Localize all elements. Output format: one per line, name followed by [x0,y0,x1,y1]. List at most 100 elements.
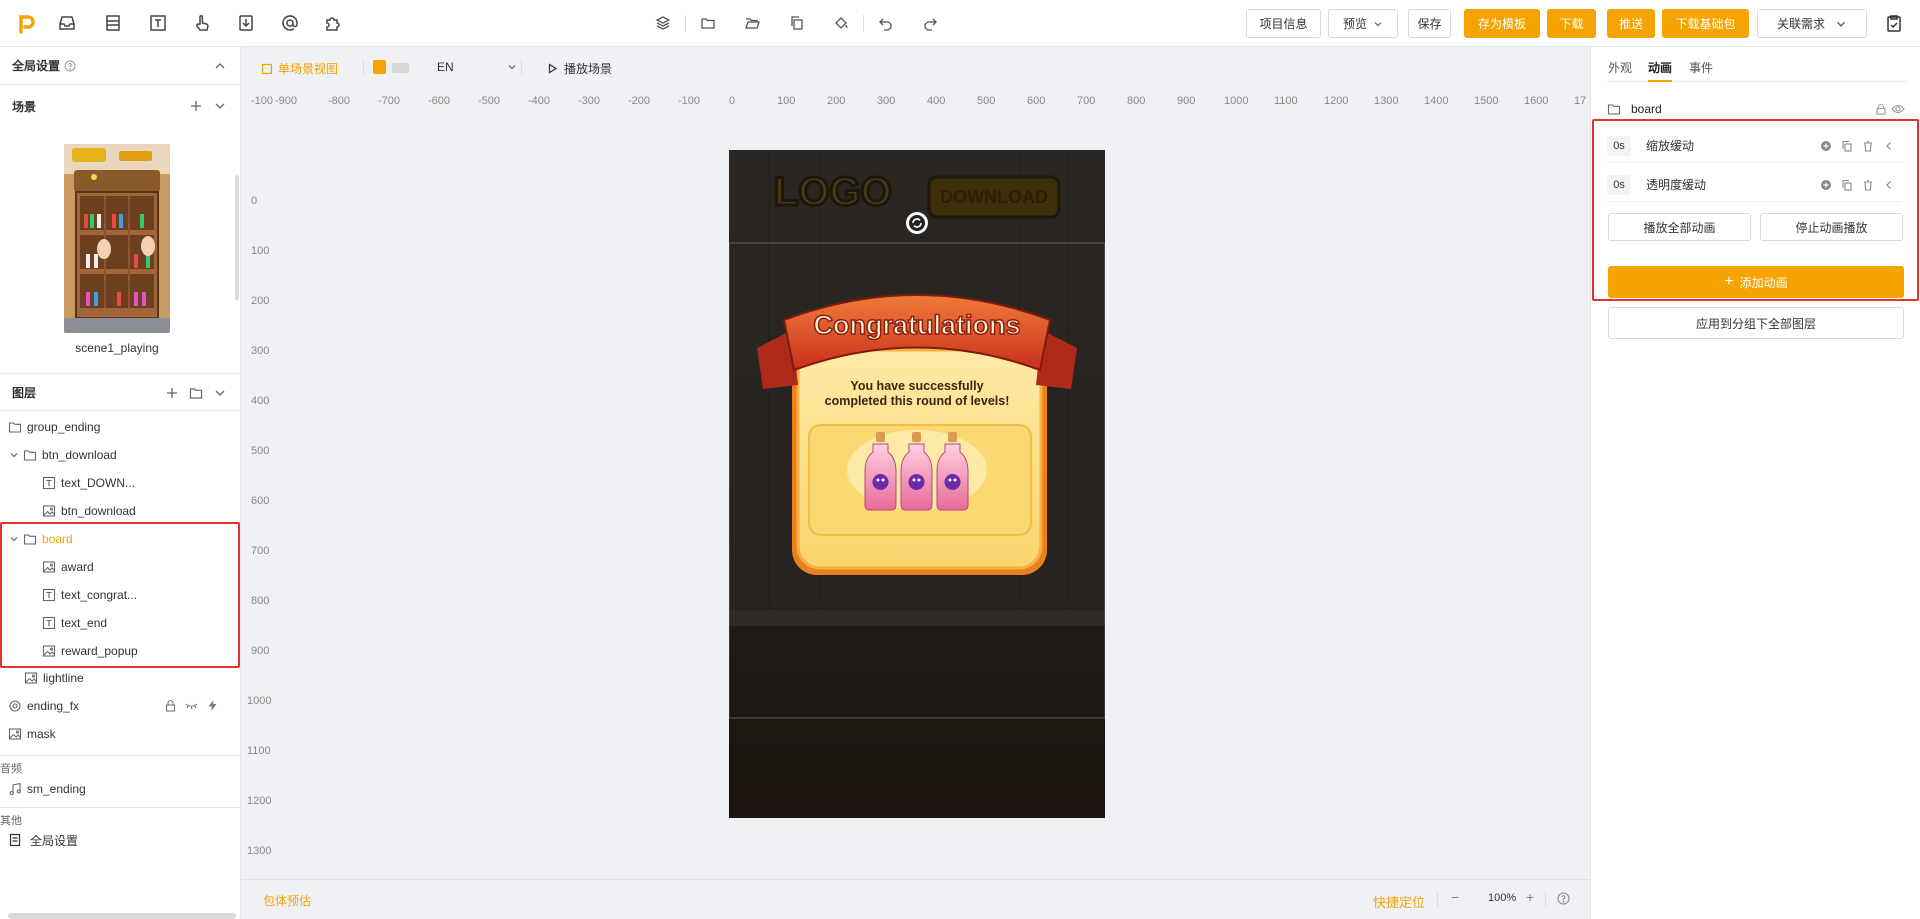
copy-icon[interactable] [789,15,805,31]
lock-icon[interactable] [1875,103,1887,115]
inbox-icon[interactable] [57,13,77,33]
lightning-icon[interactable] [206,699,219,712]
active-tab-indicator [1648,80,1672,82]
download-file-icon[interactable] [236,13,256,33]
redo-icon[interactable] [922,15,938,31]
project-info-button[interactable]: 项目信息 [1246,9,1321,38]
paint-bucket-icon[interactable] [833,15,849,31]
layers-icon[interactable] [655,15,671,31]
copy-icon[interactable] [1841,179,1853,191]
theme-swatch-orange[interactable] [373,60,386,74]
download-base-package-button[interactable]: 下载基础包 [1662,9,1749,38]
game-stage-graphics: LOGO DOWNLOAD Congratulations You have s… [729,150,1105,818]
delete-trash-icon[interactable] [1862,179,1874,191]
play-all-animations-button[interactable]: 播放全部动画 [1608,213,1751,241]
layout-icon[interactable] [103,13,123,33]
play-icon [548,63,558,74]
help-circle-icon[interactable] [1557,892,1570,905]
chevron-down-icon[interactable] [8,533,20,545]
other-item-global-settings[interactable]: 全局设置 [8,826,78,854]
tab-animation[interactable]: 动画 [1648,59,1672,76]
scenes-header: 场景 [0,87,241,125]
help-circle-icon[interactable] [64,60,76,72]
chevron-down-icon[interactable] [213,386,227,400]
image-layer-icon [8,728,22,740]
folder-open-icon[interactable] [744,15,760,31]
add-circle-icon[interactable] [1820,140,1832,152]
editor-canvas[interactable]: 单场景视图 EN 播放场景 -100 -900 -800 -700 -600 -… [241,47,1590,919]
layer-item-mask[interactable]: mask [8,720,56,748]
animation-item-scale-tween[interactable]: 0s 缩放缓动 [1607,129,1901,163]
apply-to-group-button[interactable]: 应用到分组下全部图层 [1608,307,1904,339]
single-scene-view-toggle[interactable]: 单场景视图 [261,60,338,77]
text-layer-icon [42,588,56,602]
vertical-ruler: 0 100 200 300 400 500 600 700 800 900 10… [247,195,272,907]
scene-list-scrollbar[interactable] [235,175,239,300]
preview-button[interactable]: 预览 [1328,9,1398,38]
related-requirements-dropdown[interactable]: 关联需求 [1757,9,1867,38]
clipboard-check-icon[interactable] [1884,13,1904,33]
layer-item-board[interactable]: board [8,525,73,553]
layer-item-btn-download-image[interactable]: btn_download [42,497,136,525]
layer-item-ending-fx[interactable]: ending_fx [8,692,233,720]
push-button[interactable]: 推送 [1607,9,1655,38]
selected-object-name: board [1631,102,1662,116]
add-layer-icon[interactable] [165,386,179,400]
add-circle-icon[interactable] [1820,179,1832,191]
left-panel-horizontal-scrollbar[interactable] [8,913,236,919]
chevron-up-icon[interactable] [213,59,227,73]
animation-duration[interactable]: 0s [1607,135,1631,156]
layer-item-lightline[interactable]: lightline [24,664,84,692]
layer-item-text-congrats[interactable]: text_congrat... [42,581,137,609]
download-btn-text: DOWNLOAD [940,187,1048,207]
theme-swatch-gray[interactable] [392,63,409,73]
hand-pointer-icon[interactable] [192,13,212,33]
folder-icon [8,422,22,433]
plugin-puzzle-icon[interactable] [323,13,343,33]
hide-eye-icon[interactable] [185,699,198,712]
save-button[interactable]: 保存 [1408,9,1451,38]
audio-item-sm-ending[interactable]: sm_ending [8,775,86,803]
stop-animation-button[interactable]: 停止动画播放 [1760,213,1903,241]
at-sign-icon[interactable] [280,13,300,33]
folder-icon[interactable] [700,15,716,31]
layer-item-btn-download-group[interactable]: btn_download [8,441,117,469]
game-stage-preview[interactable]: LOGO DOWNLOAD Congratulations You have s… [729,150,1105,818]
delete-trash-icon[interactable] [1862,140,1874,152]
add-scene-icon[interactable] [189,99,203,113]
animation-duration[interactable]: 0s [1607,174,1631,195]
text-layer-icon [42,476,56,490]
layer-item-text-download[interactable]: text_DOWN... [42,469,135,497]
lock-icon[interactable] [164,699,177,712]
play-scene-button[interactable]: 播放场景 [547,60,612,77]
save-template-button[interactable]: 存为模板 [1464,9,1540,38]
quick-locate-link[interactable]: 快捷定位 [1373,892,1425,911]
other-section-label: 其他 [0,807,241,827]
undo-icon[interactable] [878,15,894,31]
animation-item-opacity-tween[interactable]: 0s 透明度缓动 [1607,168,1901,202]
language-select[interactable]: EN [437,60,517,74]
scene-name-label[interactable]: scene1_playing [0,341,234,355]
layer-item-group-ending[interactable]: group_ending [8,413,100,441]
layer-item-text-end[interactable]: text_end [42,609,107,637]
chevron-left-icon[interactable] [1883,140,1895,152]
chevron-left-icon[interactable] [1883,179,1895,191]
download-button[interactable]: 下载 [1547,9,1596,38]
global-settings-header[interactable]: 全局设置 [0,47,241,85]
tab-events[interactable]: 事件 [1689,59,1713,76]
zoom-in-button[interactable]: + [1526,889,1534,905]
copy-icon[interactable] [1841,140,1853,152]
scene-thumbnail[interactable] [64,144,170,333]
eye-icon[interactable] [1891,102,1905,116]
add-animation-button[interactable]: + 添加动画 [1608,266,1904,298]
tab-appearance[interactable]: 外观 [1608,59,1632,76]
new-folder-icon[interactable] [189,386,203,400]
package-size-estimate-link[interactable]: 包体预估 [263,892,311,909]
text-tool-icon[interactable] [148,13,168,33]
layer-item-award[interactable]: award [42,553,94,581]
chevron-down-icon[interactable] [213,99,227,113]
chevron-down-icon[interactable] [8,449,20,461]
potion-bottles [864,432,969,511]
zoom-out-button[interactable]: − [1451,889,1459,905]
layer-item-reward-popup[interactable]: reward_popup [42,637,138,665]
